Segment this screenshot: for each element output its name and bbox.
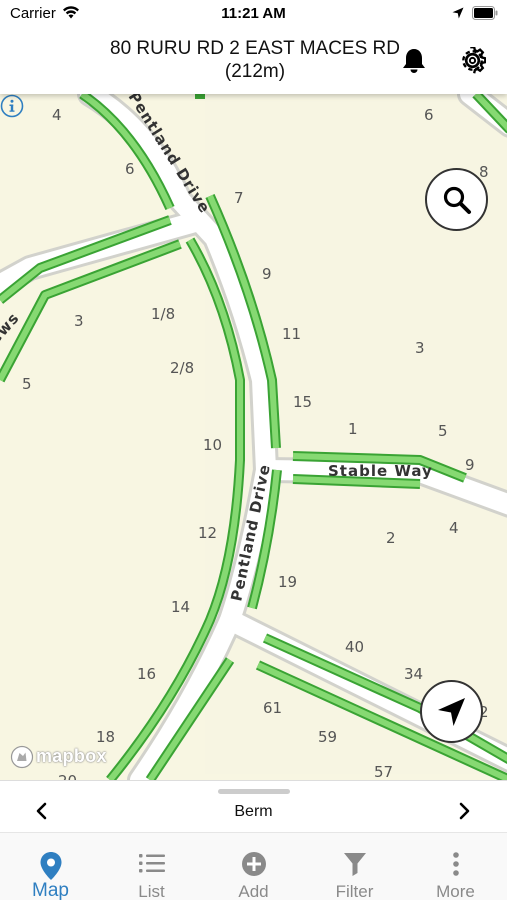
house-number: 10 xyxy=(203,436,222,454)
app-header: 80 RURU RD 2 EAST MACES RD (212m) xyxy=(0,28,507,94)
map-search-button[interactable] xyxy=(425,168,488,231)
house-number: 5 xyxy=(438,422,448,440)
location-address: 80 RURU RD 2 EAST MACES RD xyxy=(110,38,400,59)
tab-filter[interactable]: Filter xyxy=(304,833,405,900)
house-number: 19 xyxy=(278,573,297,591)
house-number: 9 xyxy=(465,456,475,474)
house-number: 61 xyxy=(263,699,282,717)
house-number: 18 xyxy=(96,728,115,746)
map-view[interactable]: Pentland Drive Pentland Drive Stable Way… xyxy=(0,94,507,780)
house-number: 20 xyxy=(58,772,77,780)
app-screen: Carrier 11:21 AM 80 RURU RD 2 EAST MACES… xyxy=(0,0,507,900)
tab-add[interactable]: Add xyxy=(203,833,304,900)
filter-icon xyxy=(343,853,366,876)
house-number: 34 xyxy=(404,665,423,683)
status-bar: Carrier 11:21 AM xyxy=(0,0,507,28)
tab-more[interactable]: More xyxy=(405,833,506,900)
chevron-right-icon[interactable] xyxy=(448,795,480,827)
house-number: 57 xyxy=(374,763,393,780)
house-number: 7 xyxy=(234,189,244,207)
house-number: 14 xyxy=(171,598,190,616)
location-distance: (212m) xyxy=(224,61,286,82)
location-title: 80 RURU RD 2 EAST MACES RD (212m) xyxy=(100,37,410,83)
more-icon xyxy=(452,852,459,876)
gear-icon[interactable] xyxy=(459,47,486,74)
mapbox-wordmark: mapbox xyxy=(36,746,107,766)
layer-selector: Berm xyxy=(0,780,507,832)
house-number: 3 xyxy=(74,312,84,330)
search-icon xyxy=(443,186,471,214)
house-number: 40 xyxy=(345,638,364,656)
location-arrow-icon xyxy=(452,7,464,19)
tab-bar: Map List Add Filter More xyxy=(0,832,507,900)
map-pin-icon xyxy=(40,852,61,880)
add-icon xyxy=(241,852,266,876)
house-number: 4 xyxy=(52,106,62,124)
info-icon[interactable] xyxy=(0,94,24,118)
locate-me-button[interactable] xyxy=(420,680,483,743)
house-number: 4 xyxy=(449,519,459,537)
tab-label: Add xyxy=(238,882,269,900)
drag-handle[interactable] xyxy=(218,789,290,794)
house-number: 1/8 xyxy=(151,305,175,323)
layer-title: Berm xyxy=(234,803,273,820)
tab-map[interactable]: Map xyxy=(0,833,101,900)
status-time: 11:21 AM xyxy=(221,5,286,22)
house-number: 3 xyxy=(415,339,425,357)
list-icon xyxy=(138,854,165,873)
house-number: 1 xyxy=(348,420,358,438)
street-label: Stable Way xyxy=(328,462,433,480)
house-number: 2/8 xyxy=(170,359,194,377)
tab-label: More xyxy=(436,882,475,900)
tab-label: Filter xyxy=(335,882,374,900)
house-number: 59 xyxy=(318,728,337,746)
house-number: 5 xyxy=(22,375,32,393)
tab-label: Map xyxy=(32,880,69,900)
tab-label: List xyxy=(138,882,165,900)
house-number: 2 xyxy=(386,529,396,547)
bell-icon[interactable] xyxy=(401,47,427,74)
house-number: 6 xyxy=(125,160,135,178)
house-number: 9 xyxy=(262,265,272,283)
navigation-arrow-icon xyxy=(438,698,465,726)
house-number: 12 xyxy=(198,524,217,542)
house-number: 6 xyxy=(424,106,434,124)
house-number: 16 xyxy=(137,665,156,683)
battery-icon xyxy=(472,6,498,20)
mapbox-mark-icon xyxy=(10,745,34,769)
house-number: 11 xyxy=(282,325,301,343)
tab-list[interactable]: List xyxy=(101,833,202,900)
house-number: 15 xyxy=(293,393,312,411)
